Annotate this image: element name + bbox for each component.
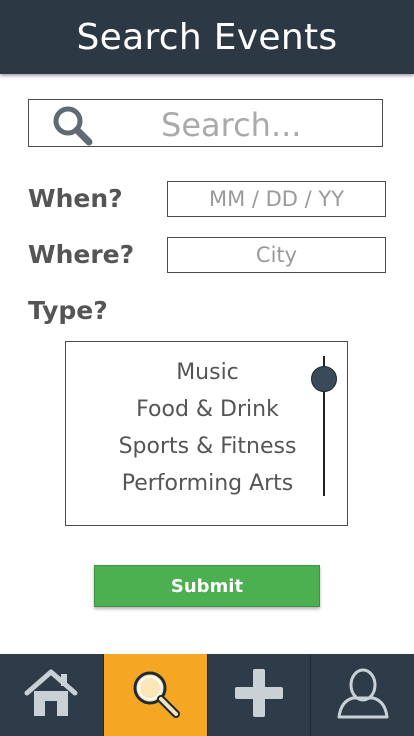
page-title: Search Events: [76, 16, 338, 58]
city-input[interactable]: [168, 238, 385, 272]
type-list[interactable]: Music Food & Drink Sports & Fitness Perf…: [65, 341, 348, 526]
type-option-music[interactable]: Music: [66, 360, 349, 385]
type-option-sports-fitness[interactable]: Sports & Fitness: [66, 434, 349, 459]
search-box[interactable]: [28, 99, 383, 147]
profile-icon: [335, 665, 391, 725]
when-field[interactable]: [167, 181, 386, 217]
submit-button[interactable]: Submit: [94, 565, 320, 607]
date-input[interactable]: [168, 182, 385, 216]
type-label: Type?: [28, 296, 108, 325]
plus-icon: [231, 665, 287, 725]
bottom-nav: [0, 654, 414, 736]
where-label: Where?: [28, 240, 135, 269]
type-option-food-drink[interactable]: Food & Drink: [66, 397, 349, 422]
type-option-performing-arts[interactable]: Performing Arts: [66, 471, 349, 496]
nav-profile[interactable]: [311, 654, 414, 736]
search-icon: [127, 665, 183, 725]
search-icon: [51, 104, 95, 146]
when-label: When?: [28, 184, 123, 213]
scrollbar-thumb[interactable]: [311, 366, 337, 392]
search-input[interactable]: [159, 106, 363, 144]
nav-add[interactable]: [208, 654, 312, 736]
nav-home[interactable]: [0, 654, 104, 736]
nav-search[interactable]: [103, 654, 208, 736]
app-header: Search Events: [0, 0, 414, 74]
where-field[interactable]: [167, 237, 386, 273]
home-icon: [23, 666, 79, 724]
